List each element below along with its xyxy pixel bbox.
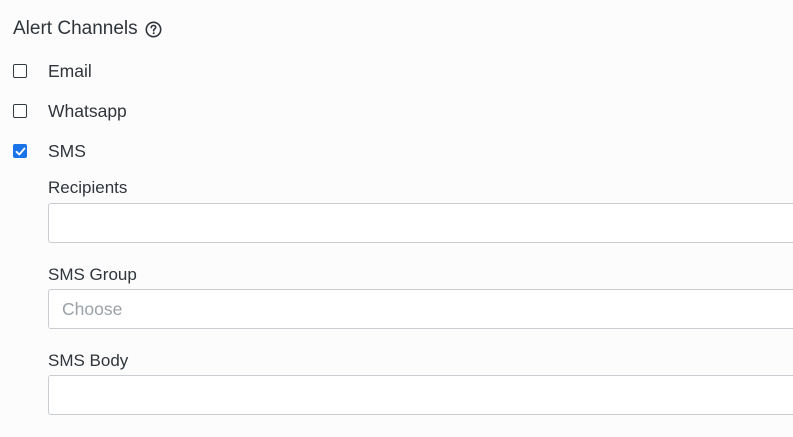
sms-body-label: SMS Body [48,351,129,370]
alert-channels-panel: Alert Channels Email Whatsapp SMS Recipi… [0,0,793,437]
section-header: Alert Channels [13,16,162,42]
sms-group-placeholder: Choose [62,299,123,319]
recipients-input[interactable] [48,203,793,243]
recipients-label: Recipients [48,178,128,197]
help-icon[interactable] [145,21,162,38]
sms-body-input[interactable] [48,375,793,415]
channel-whatsapp-row[interactable]: Whatsapp [13,100,127,122]
sms-checkbox[interactable] [13,144,27,158]
email-checkbox[interactable] [13,64,27,78]
section-title: Alert Channels [13,18,138,39]
channel-email-row[interactable]: Email [13,60,92,82]
sms-group-select[interactable]: Choose [48,289,793,329]
email-label: Email [48,60,92,81]
sms-label: SMS [48,140,86,161]
sms-group-label: SMS Group [48,265,137,284]
whatsapp-checkbox[interactable] [13,104,27,118]
whatsapp-label: Whatsapp [48,100,127,121]
channel-sms-row[interactable]: SMS [13,140,86,162]
